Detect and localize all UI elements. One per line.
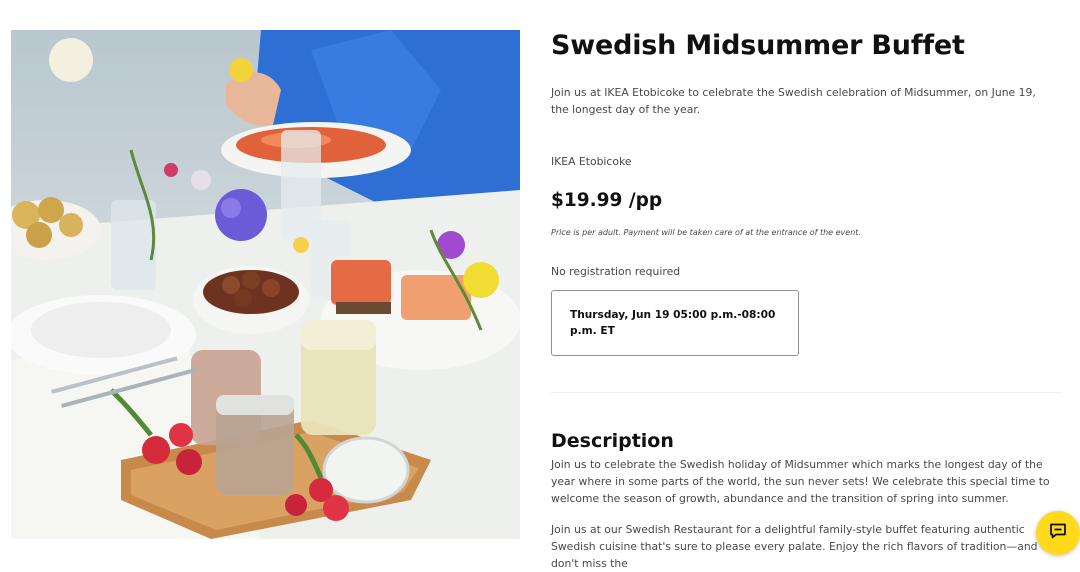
chat-bubble-icon <box>1049 522 1067 544</box>
registration-note: No registration required <box>551 265 681 278</box>
chat-button[interactable] <box>1036 511 1080 555</box>
event-price: $19.99 /pp <box>551 190 663 211</box>
event-location: IKEA Etobicoke <box>551 155 632 168</box>
date-time-label: Thursday, Jun 19 05:00 p.m.-08:00 p.m. E… <box>570 309 776 337</box>
section-divider <box>551 392 1061 393</box>
date-time-option[interactable]: Thursday, Jun 19 05:00 p.m.-08:00 p.m. E… <box>551 290 799 356</box>
event-intro: Join us at IKEA Etobicoke to celebrate t… <box>551 86 1036 116</box>
description-heading: Description <box>551 430 674 452</box>
event-photo <box>11 30 520 539</box>
event-title: Swedish Midsummer Buffet <box>551 30 965 61</box>
description-paragraph-1: Join us to celebrate the Swedish holiday… <box>551 458 1050 505</box>
price-note: Price is per adult. Payment will be take… <box>551 228 861 237</box>
description-paragraph-2: Join us at our Swedish Restaurant for a … <box>551 523 1038 570</box>
